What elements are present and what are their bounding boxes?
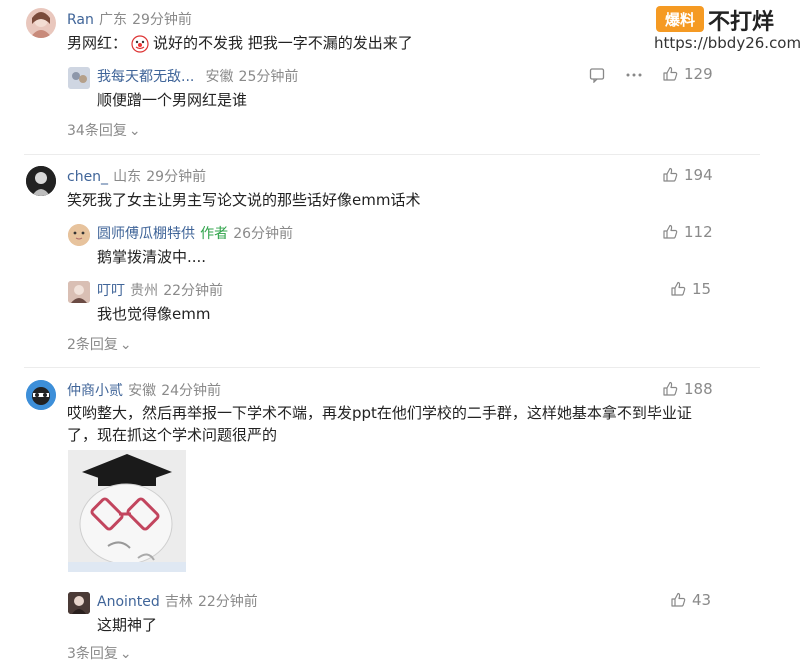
reply-text: 顺便蹭一个男网红是谁 (97, 91, 248, 109)
location: 安徽 (128, 383, 157, 399)
author-name[interactable]: Ran (67, 12, 94, 28)
avatar[interactable] (26, 166, 56, 196)
comment-header: 仲商小贰 安徽 24分钟前 (67, 380, 221, 400)
chevron-down-icon: ⌄ (128, 123, 141, 139)
watermark-name: 不打烊 (708, 10, 775, 35)
thumbs-up-icon (662, 381, 678, 397)
comment-header: Ran 广东 29分钟前 (67, 9, 192, 29)
author-name[interactable]: 叮叮 (97, 283, 125, 299)
reply-count-link[interactable]: 34条回复 ⌄ (67, 120, 141, 140)
timestamp: 29分钟前 (146, 169, 207, 185)
like-button[interactable]: 15 (670, 280, 711, 298)
author-name[interactable]: Anointed (97, 594, 160, 610)
thumbs-up-icon (670, 281, 686, 297)
chevron-down-icon: ⌄ (119, 646, 132, 662)
author-name[interactable]: 圆师傅瓜棚特供 (97, 226, 195, 242)
watermark-url: https://bbdy26.com (654, 34, 800, 52)
timestamp: 24分钟前 (161, 383, 222, 399)
avatar[interactable] (68, 224, 90, 246)
reply-header: 圆师傅瓜棚特供 作者 26分钟前 (97, 223, 293, 243)
location: 吉林 (164, 594, 193, 610)
like-button[interactable]: 129 (662, 65, 713, 83)
thumbs-up-icon (670, 592, 686, 608)
divider (24, 367, 760, 368)
timestamp: 22分钟前 (197, 594, 258, 610)
like-count: 15 (692, 280, 712, 298)
timestamp: 22分钟前 (163, 283, 224, 299)
author-tag: 作者 (200, 226, 229, 242)
avatar[interactable] (68, 67, 90, 89)
like-count: 188 (684, 380, 713, 398)
location: 安徽 (205, 69, 234, 85)
clown-emoji-icon (131, 34, 149, 53)
reply-text: 我也觉得像emm (97, 305, 211, 323)
like-count: 112 (684, 223, 713, 241)
location: 山东 (113, 169, 142, 185)
like-count: 194 (684, 166, 713, 184)
comment-text: 男网红： 说好的不发我 把我一字不漏的发出来了 (67, 34, 413, 53)
like-count: 129 (684, 65, 713, 83)
reply-text: 这期神了 (97, 616, 158, 634)
thumbs-up-icon (662, 167, 678, 183)
reply-header: Anointed 吉林 22分钟前 (97, 591, 258, 611)
author-name[interactable]: 我每天都无敌... (97, 69, 194, 85)
author-name[interactable]: chen_ (67, 169, 108, 185)
reply-header: 我每天都无敌... 安徽 25分钟前 (97, 66, 298, 86)
divider (24, 154, 760, 155)
reply-count-link[interactable]: 2条回复 ⌄ (67, 334, 132, 354)
thumbs-up-icon (662, 66, 678, 82)
like-button[interactable]: 43 (670, 591, 711, 609)
comment-text: 哎哟整大，然后再举报一下学术不端，再发ppt在他们学校的二手群，这样她基本拿不到… (67, 404, 692, 444)
author-name[interactable]: 仲商小贰 (67, 383, 123, 399)
like-button[interactable]: 112 (662, 223, 713, 241)
comment-text: 笑死我了女主让男主写论文说的那些话好像emm话术 (67, 191, 421, 209)
avatar[interactable] (68, 281, 90, 303)
more-dots-icon[interactable] (625, 67, 643, 83)
like-button[interactable]: 194 (662, 166, 713, 184)
location: 贵州 (130, 283, 159, 299)
comment-icon[interactable] (589, 67, 605, 83)
timestamp: 25分钟前 (238, 69, 299, 85)
meme-sticker-image[interactable] (68, 450, 186, 572)
watermark-logo: 爆料 (656, 6, 704, 32)
like-button[interactable]: 188 (662, 380, 713, 398)
comment-header: chen_ 山东 29分钟前 (67, 166, 206, 186)
chevron-down-icon: ⌄ (119, 337, 132, 353)
thumbs-up-icon (662, 224, 678, 240)
avatar[interactable] (26, 8, 56, 38)
reply-text: 鹅掌拨清波中.... (97, 248, 207, 266)
like-count: 43 (692, 591, 712, 609)
location: 广东 (98, 12, 127, 28)
timestamp: 26分钟前 (233, 226, 294, 242)
reply-count-link[interactable]: 3条回复 ⌄ (67, 643, 132, 663)
avatar[interactable] (26, 380, 56, 410)
avatar[interactable] (68, 592, 90, 614)
reply-header: 叮叮 贵州 22分钟前 (97, 280, 223, 300)
timestamp: 29分钟前 (132, 12, 192, 28)
